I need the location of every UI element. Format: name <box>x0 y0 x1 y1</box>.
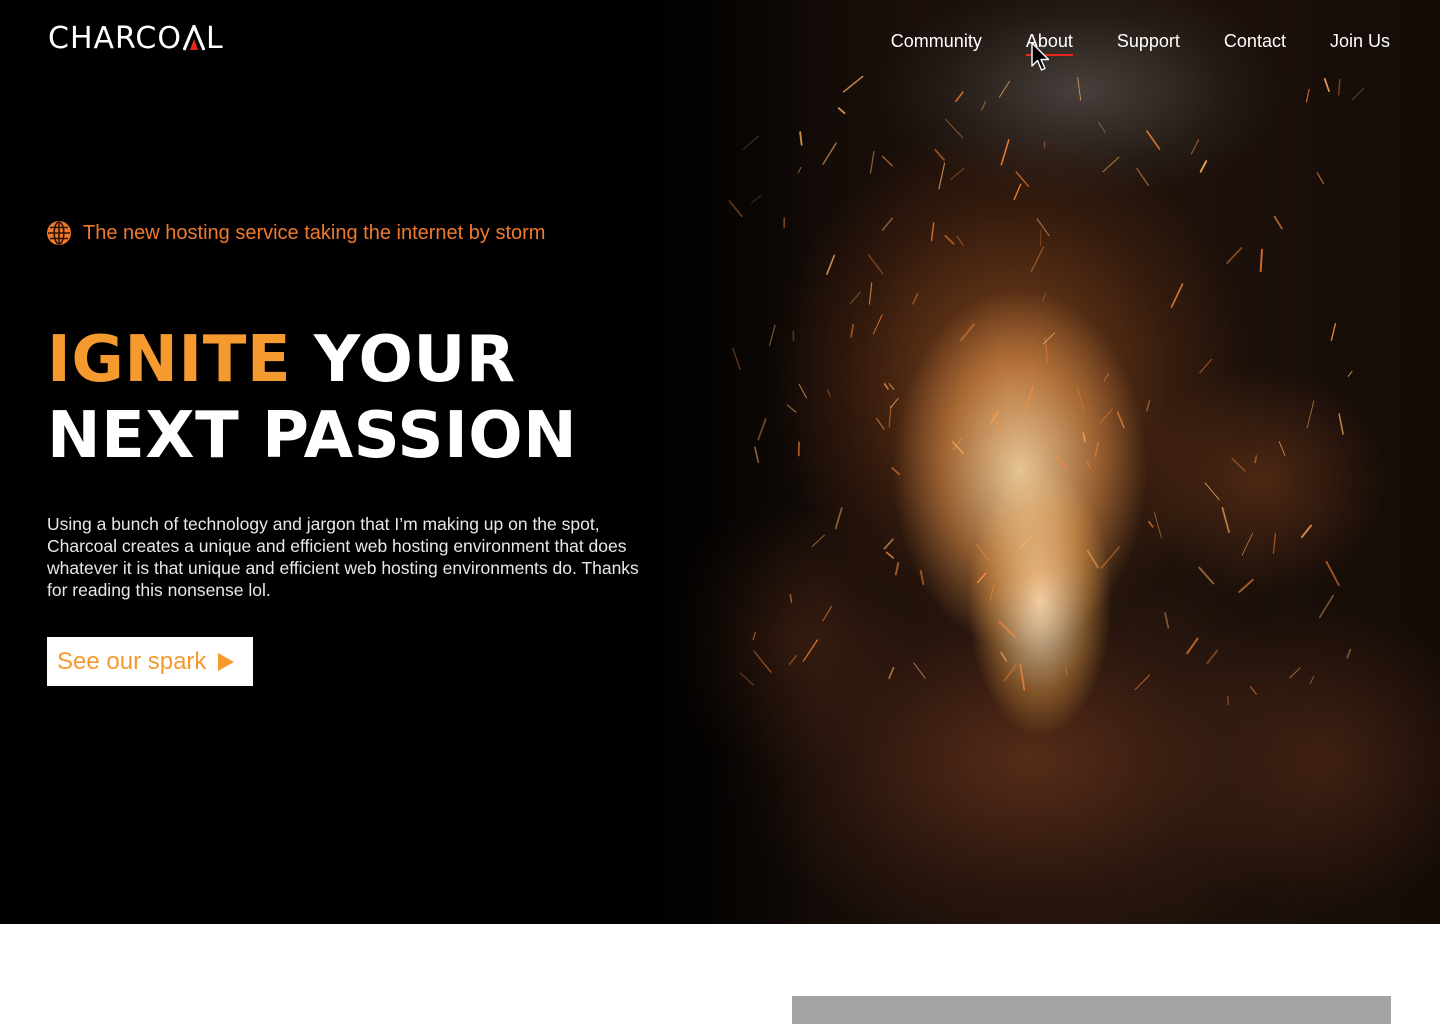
hero-headline: IGNITE YOUR NEXT PASSION <box>47 322 577 474</box>
hero-section: CHARCO L Community About Support Contact… <box>0 0 1440 924</box>
logo[interactable]: CHARCO L <box>48 20 224 56</box>
logo-text-prefix: CHARCO <box>48 20 182 56</box>
headline-line2: NEXT PASSION <box>47 399 578 473</box>
nav-link-support[interactable]: Support <box>1117 30 1180 52</box>
globe-icon <box>47 221 71 245</box>
headline-accent-word: IGNITE <box>47 323 292 397</box>
cta-label: See our spark <box>57 647 207 675</box>
logo-a-icon <box>182 25 205 51</box>
nav-link-community[interactable]: Community <box>891 30 982 52</box>
fire-fade-overlay <box>560 0 820 924</box>
logo-text-suffix: L <box>205 20 224 56</box>
headline-line1-rest: YOUR <box>291 323 516 397</box>
content-image-placeholder <box>792 996 1391 1024</box>
hero-tagline: The new hosting service taking the inter… <box>47 221 545 245</box>
nav-link-contact[interactable]: Contact <box>1224 30 1286 52</box>
see-our-spark-button[interactable]: See our spark <box>47 637 253 686</box>
tagline-text: The new hosting service taking the inter… <box>83 221 546 244</box>
play-triangle-icon <box>218 652 235 671</box>
nav-link-join-us[interactable]: Join Us <box>1330 30 1390 52</box>
mouse-cursor-icon <box>1031 42 1050 71</box>
main-nav: Community About Support Contact Join Us <box>891 30 1390 56</box>
hero-description: Using a bunch of technology and jargon t… <box>47 514 639 600</box>
